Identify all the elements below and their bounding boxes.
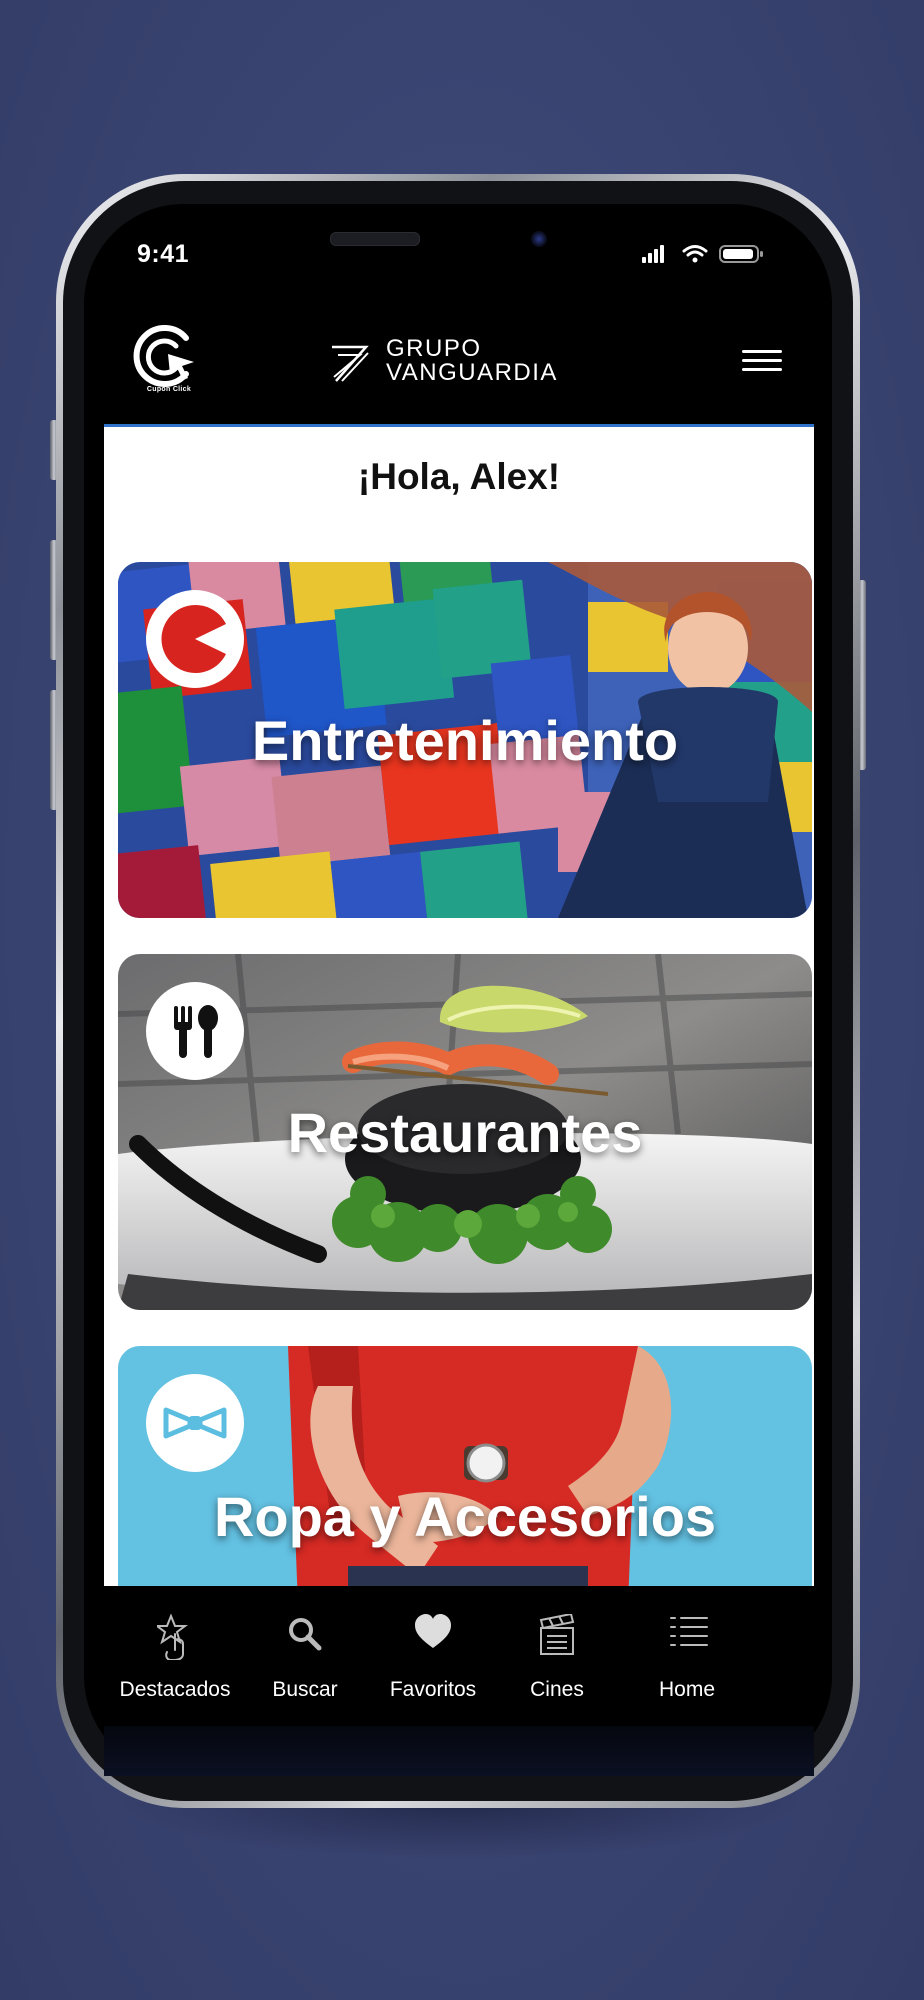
card-title: Restaurantes [287,1101,643,1164]
home-indicator-area [104,1726,814,1776]
tab-label: Favoritos [389,1678,477,1701]
tab-destacados[interactable]: Destacados [110,1586,240,1706]
tab-cines[interactable]: Cines [492,1586,622,1706]
tab-home[interactable]: Home [622,1586,752,1706]
speaker-grille [330,232,420,246]
pacman-icon [146,590,244,688]
tab-buscar[interactable]: Buscar [240,1586,370,1706]
search-icon [289,1618,322,1651]
menu-line-icon [742,350,782,353]
main-content: ¡Hola, Alex! Entretenimiento Restaurante… [104,424,814,1586]
signal-icon [642,245,664,263]
menu-line-icon [742,359,782,362]
grupo-vanguardia-logo[interactable]: GRUPO VANGUARDIA [386,337,558,385]
category-card-restaurantes[interactable]: Restaurantes [118,954,812,1310]
tab-label: Home [658,1678,716,1701]
front-camera [531,231,547,247]
card-title: Ropa y Accesorios [213,1485,717,1548]
battery-icon [719,245,763,263]
greeting-title: ¡Hola, Alex! [357,456,561,497]
fork-spoon-icon [146,982,244,1080]
clapperboard-icon [539,1614,575,1655]
category-card-ropa-accesorios[interactable]: Ropa y Accesorios [118,1346,812,1586]
tab-label: Destacados [119,1678,231,1701]
tab-label: Cines [530,1678,584,1701]
bottom-tab-bar: Destacados Buscar Favoritos Cines Home [104,1586,814,1726]
wifi-icon [682,245,708,263]
tab-favoritos[interactable]: Favoritos [368,1586,498,1706]
menu-line-icon [742,368,782,371]
status-time: 9:41 [137,240,190,268]
list-icon [670,1617,708,1646]
bow-tie-icon [146,1374,244,1472]
category-card-entretenimiento[interactable]: Entretenimiento [118,562,812,918]
card-title: Entretenimiento [251,709,679,772]
brand-line-1: GRUPO [386,335,482,362]
tab-label: Buscar [272,1678,338,1701]
cupon-click-logo-text: Cupón Click [146,386,192,393]
status-icons [642,245,763,263]
star-tap-icon [157,1614,188,1660]
grupo-vanguardia-mark-icon [332,345,369,382]
heart-icon [415,1614,451,1648]
brand-line-2: VANGUARDIA [386,359,558,386]
hamburger-menu-button[interactable] [742,350,782,372]
